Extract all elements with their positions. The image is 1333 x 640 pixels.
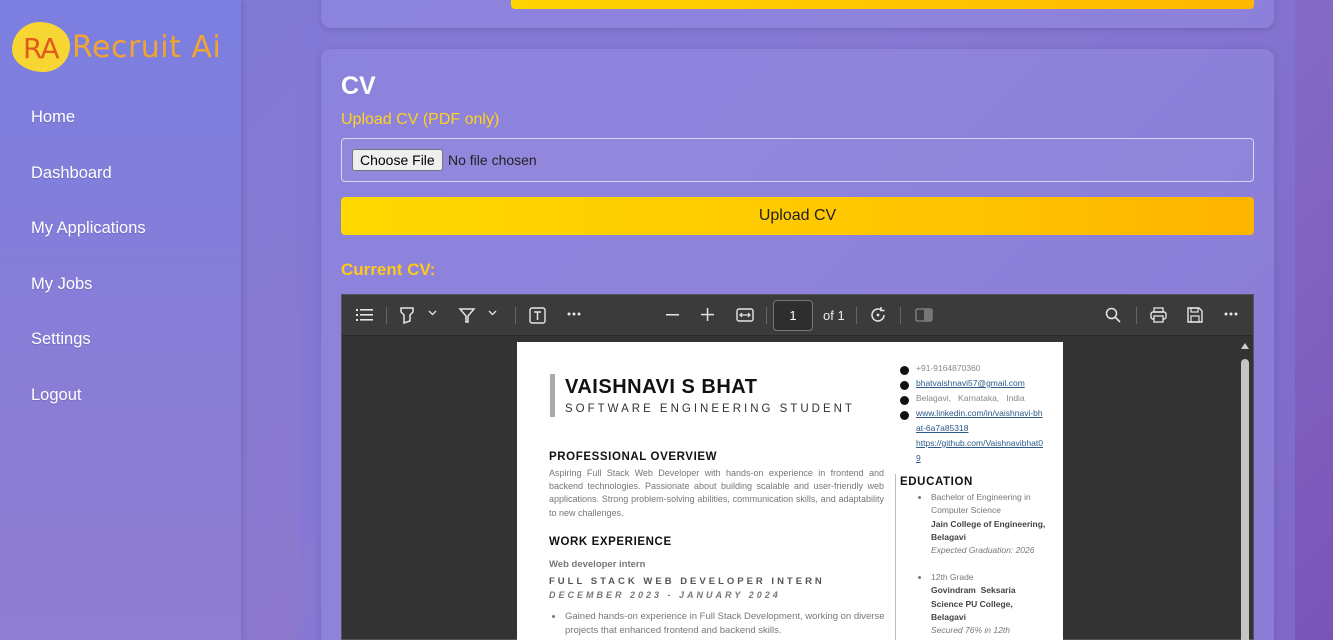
pdf-scrollbar[interactable] bbox=[1241, 343, 1249, 640]
previous-card bbox=[321, 0, 1274, 28]
education-degree: 12th Grade bbox=[931, 572, 974, 582]
resume-name: VAISHNAVI S BHAT bbox=[565, 376, 758, 398]
chevron-down-icon[interactable] bbox=[428, 310, 437, 316]
chevron-down-icon[interactable] bbox=[488, 310, 497, 316]
upload-cv-button[interactable]: Upload CV bbox=[341, 197, 1254, 235]
education-institution: Jain College of Engineering, Belagavi bbox=[931, 518, 1046, 542]
sidebar-item-label: Settings bbox=[31, 330, 91, 349]
text-icon[interactable] bbox=[529, 307, 546, 324]
linkedin-icon bbox=[900, 411, 909, 420]
education-item: Bachelor of Engineering in Computer Scie… bbox=[918, 491, 1046, 557]
job-title: Web developer intern bbox=[549, 559, 646, 570]
resume-role: SOFTWARE ENGINEERING STUDENT bbox=[565, 403, 855, 415]
contact-github[interactable]: https://github.com/Vaishnavibhat09 bbox=[916, 436, 1046, 466]
sidebar-item-label: My Applications bbox=[31, 219, 146, 238]
toolbar-divider bbox=[386, 307, 387, 324]
choose-file-button[interactable]: Choose File bbox=[352, 149, 443, 171]
contact-linkedin[interactable]: www.linkedin.com/in/vaishnavi-bhat-6a7a8… bbox=[916, 406, 1046, 436]
file-status-text: No file chosen bbox=[448, 152, 537, 168]
email-icon bbox=[900, 381, 909, 390]
pdf-page: VAISHNAVI S BHAT SOFTWARE ENGINEERING ST… bbox=[517, 342, 1063, 640]
sidebar-nav: Home Dashboard My Applications My Jobs S… bbox=[31, 108, 146, 442]
more-icon[interactable] bbox=[1224, 312, 1238, 316]
list-icon[interactable] bbox=[356, 307, 374, 323]
education-item: 12th Grade Govindram Seksaria Science PU… bbox=[918, 571, 1046, 637]
more-icon[interactable] bbox=[567, 312, 581, 316]
education-heading: EDUCATION bbox=[900, 476, 973, 488]
overview-text: Aspiring Full Stack Web Developer with h… bbox=[549, 468, 884, 518]
search-icon[interactable] bbox=[1105, 307, 1121, 323]
fit-width-icon[interactable] bbox=[736, 308, 754, 322]
sidebar-item-label: Logout bbox=[31, 385, 82, 404]
zoom-out-icon[interactable] bbox=[666, 314, 679, 316]
education-degree: Bachelor of Engineering in Computer Scie… bbox=[931, 492, 1031, 516]
toolbar-divider bbox=[1136, 307, 1137, 324]
location-icon bbox=[900, 396, 909, 405]
toolbar-divider bbox=[856, 307, 857, 324]
job-dates: DECEMBER 2023 - JANUARY 2024 bbox=[549, 590, 781, 600]
toolbar-divider bbox=[900, 307, 901, 324]
draw-icon[interactable] bbox=[458, 306, 476, 324]
job-bullet: Gained hands-on experience in Full Stack… bbox=[552, 611, 885, 636]
education-note: Secured 76% in 12th bbox=[931, 625, 1010, 636]
sidebar-item-label: My Jobs bbox=[31, 274, 93, 293]
contact-location: Belagavi, Karnataka, India bbox=[916, 393, 1025, 403]
phone-icon bbox=[900, 366, 909, 375]
sidebar-item-label: Home bbox=[31, 108, 76, 126]
zoom-in-icon[interactable] bbox=[701, 308, 714, 321]
rotate-icon[interactable] bbox=[869, 306, 887, 324]
cv-file-input[interactable]: Choose File No file chosen bbox=[341, 138, 1254, 182]
highlight-icon[interactable] bbox=[399, 306, 415, 324]
overview-heading: PROFESSIONAL OVERVIEW bbox=[549, 451, 718, 463]
column-divider bbox=[895, 474, 896, 640]
print-icon[interactable] bbox=[1150, 307, 1167, 323]
save-icon[interactable] bbox=[1187, 307, 1203, 323]
page-total: of 1 bbox=[823, 308, 845, 323]
education-institution: Govindram Seksaria Science PU College, B… bbox=[931, 585, 1018, 622]
contact-email[interactable]: bhatvaishnavi57@gmail.com bbox=[916, 376, 1046, 391]
contact-phone: +91-9164870360 bbox=[916, 363, 981, 373]
sidebar-item-home[interactable]: Home bbox=[31, 108, 146, 164]
scroll-thumb[interactable] bbox=[1241, 359, 1249, 640]
sidebar-item-logout[interactable]: Logout bbox=[31, 386, 146, 442]
name-accent-bar bbox=[550, 374, 555, 417]
experience-heading: WORK EXPERIENCE bbox=[549, 536, 672, 548]
toolbar-divider bbox=[766, 307, 767, 324]
sidebar-item-dashboard[interactable]: Dashboard bbox=[31, 164, 146, 220]
sidebar-item-settings[interactable]: Settings bbox=[31, 330, 146, 386]
page-number-input[interactable]: 1 bbox=[773, 300, 813, 331]
logo-text: Recruit Ai bbox=[72, 30, 222, 65]
previous-card-button[interactable] bbox=[511, 0, 1254, 9]
sidebar-item-my-jobs[interactable]: My Jobs bbox=[31, 275, 146, 331]
education-note: Expected Graduation: 2026 bbox=[931, 545, 1035, 556]
logo-mark: RA bbox=[23, 32, 59, 65]
two-page-icon[interactable] bbox=[915, 308, 933, 322]
job-position: FULL STACK WEB DEVELOPER INTERN bbox=[549, 576, 825, 587]
sidebar-item-label: Dashboard bbox=[31, 163, 112, 182]
pdf-viewer[interactable]: 1 of 1 VAISHNAVI S BHAT SOFTWARE ENGINEE… bbox=[341, 294, 1254, 640]
pdf-toolbar: 1 of 1 bbox=[342, 295, 1253, 336]
toolbar-divider bbox=[515, 307, 516, 324]
logo[interactable]: RA Recruit Ai bbox=[12, 20, 232, 76]
current-cv-heading: Current CV: bbox=[341, 260, 436, 279]
sidebar: RA Recruit Ai Home Dashboard My Applicat… bbox=[0, 0, 241, 640]
sidebar-item-my-applications[interactable]: My Applications bbox=[31, 219, 146, 275]
scroll-up-arrow-icon[interactable] bbox=[1241, 343, 1249, 349]
cv-section-title: CV bbox=[341, 72, 376, 100]
upload-cv-label: Upload CV (PDF only) bbox=[341, 111, 500, 128]
